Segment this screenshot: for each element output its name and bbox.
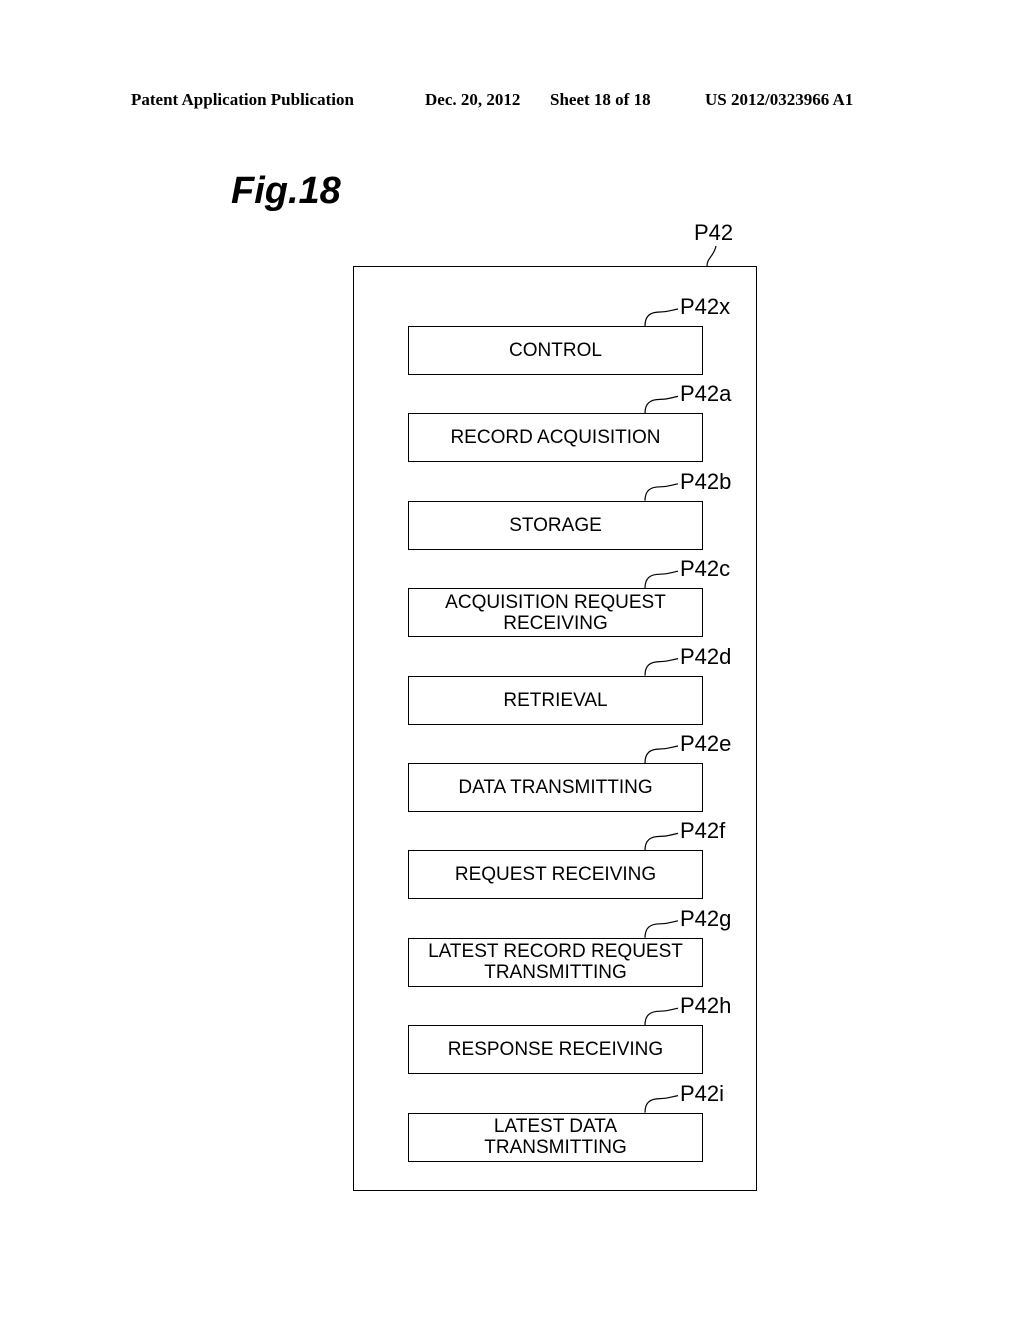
module-ref-label: P42f	[680, 818, 726, 844]
module-leader-line	[644, 745, 679, 764]
module-box: ACQUISITION REQUEST RECEIVING	[408, 588, 703, 638]
module-ref-label: P42e	[680, 731, 732, 756]
module-leader-line	[644, 920, 679, 938]
module-leader-line	[644, 832, 679, 851]
module-box: RETRIEVAL	[408, 675, 703, 725]
module-ref-label: P42x	[680, 294, 731, 319]
module-leader-line	[644, 308, 679, 327]
module-ref-label: P42g	[680, 905, 732, 931]
module-leader-line	[644, 1007, 679, 1026]
module-leader-line	[644, 395, 679, 414]
module-leader-line	[644, 1095, 679, 1113]
module-box: LATEST RECORD REQUEST TRANSMITTING	[408, 937, 703, 987]
module-ref-label: P42a	[680, 381, 732, 407]
module-leader-line	[644, 483, 679, 501]
module-leader-line	[644, 570, 679, 589]
module-box: DATA TRANSMITTING	[408, 763, 703, 812]
module-box: CONTROL	[408, 326, 703, 375]
module-ref-label: P42b	[680, 468, 732, 494]
module-ref-label: P42i	[680, 1080, 725, 1106]
module-box: REQUEST RECEIVING	[408, 850, 703, 900]
module-ref-label: P42c	[680, 556, 731, 582]
module-box: RESPONSE RECEIVING	[408, 1025, 703, 1075]
module-ref-label: P42h	[680, 993, 732, 1019]
module-ref-label: P42d	[680, 643, 732, 669]
module-box: RECORD ACQUISITION	[408, 413, 703, 463]
outer-leader-line	[706, 245, 717, 267]
module-box: STORAGE	[408, 500, 703, 550]
module-box: LATEST DATA TRANSMITTING	[408, 1112, 703, 1162]
module-leader-line	[644, 658, 679, 676]
